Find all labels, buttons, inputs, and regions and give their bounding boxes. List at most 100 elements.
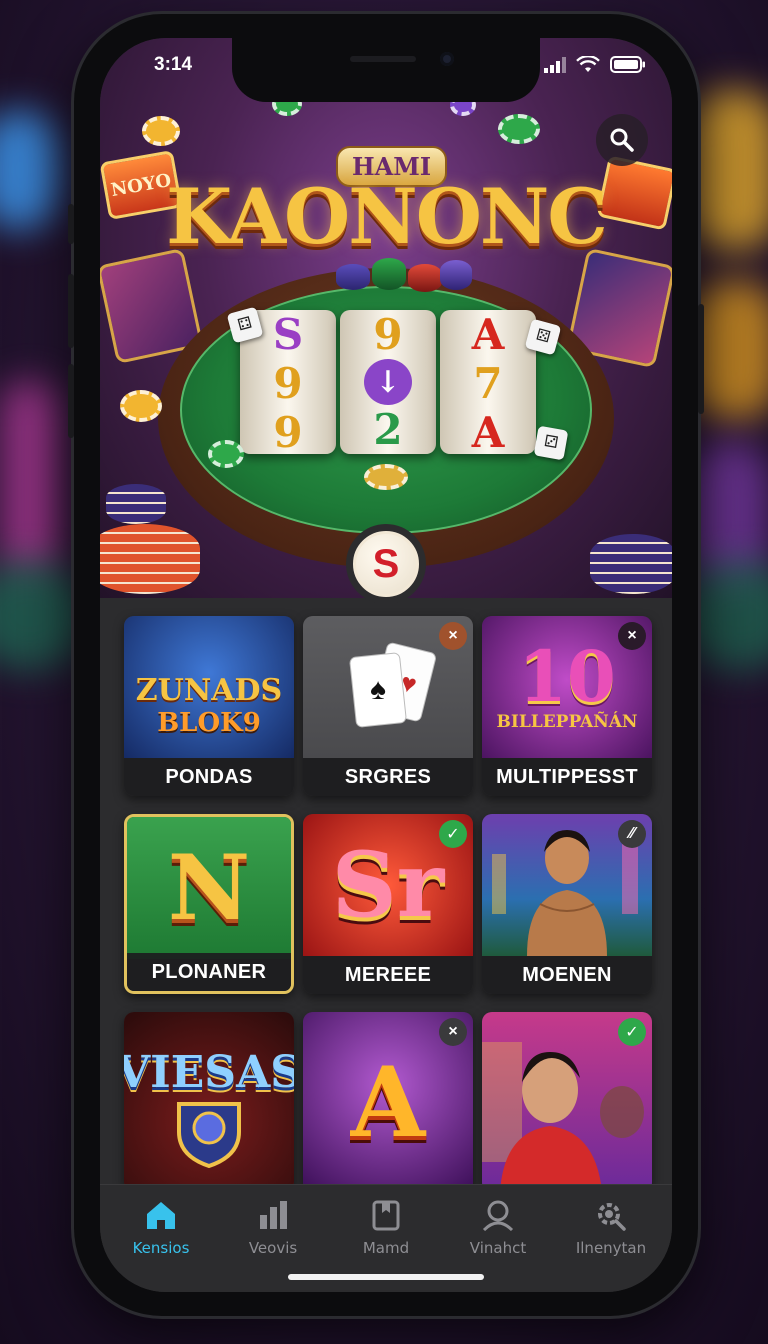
profile-icon: [482, 1200, 514, 1231]
background-sign-left: [0, 110, 60, 230]
battery-icon: [610, 56, 645, 73]
tab-veovis[interactable]: Veovis: [218, 1199, 328, 1257]
game-tile-srgres[interactable]: ♥ ♠ × SRGRES: [303, 616, 473, 796]
search-icon: [610, 128, 634, 152]
mute-switch: [68, 204, 74, 244]
reel-symbol: A: [471, 408, 505, 457]
game-tile-pondas[interactable]: ZUNADS BLOK9 PONDAS: [124, 616, 294, 796]
notch: [232, 38, 540, 102]
check-icon: ✓: [625, 1024, 639, 1041]
reel-symbol: 9: [373, 310, 403, 359]
close-badge[interactable]: ×: [439, 622, 467, 650]
phone-frame: 3:14 NOYO HAMI KAONONC S 9 9 9 ↓ 2 A 7 A…: [68, 14, 704, 1316]
chip-stack: [372, 258, 406, 290]
svg-text:♠: ♠: [370, 673, 386, 706]
tab-label: Mamd: [362, 1239, 410, 1257]
bottom-tab-bar: Kensios Veovis Mamd Vinahct Ilnenytan: [100, 1184, 672, 1292]
background-sign-right: [688, 90, 768, 250]
poker-chip: [208, 440, 244, 468]
check-badge[interactable]: ✓: [618, 1018, 646, 1046]
game-tile-portrait[interactable]: ✓: [482, 1012, 652, 1192]
game-art-subtitle: BLOK9: [157, 707, 261, 738]
close-icon: ×: [627, 627, 637, 644]
tab-label: Kensios: [132, 1239, 190, 1257]
wifi-icon: [576, 56, 600, 72]
game-art-subtitle: BILLEPPAÑÁN: [496, 712, 638, 732]
game-art-title: Sr: [331, 832, 445, 938]
hero-title: KAONONC: [166, 172, 608, 261]
power-button: [698, 304, 704, 414]
signal-icon: [544, 56, 566, 73]
tab-vinahct[interactable]: Vinahct: [443, 1199, 553, 1257]
pin-icon: ⁄⁄: [629, 825, 635, 842]
reel-symbol: A: [471, 310, 505, 359]
poker-chip: [142, 116, 180, 146]
search-button[interactable]: [596, 114, 648, 166]
close-icon: ×: [448, 627, 458, 644]
emblem-icon: [177, 1101, 241, 1168]
game-grid: ZUNADS BLOK9 PONDAS ♥ ♠ × SRGRES 10 BILL…: [124, 616, 652, 1192]
close-badge[interactable]: ×: [439, 1018, 467, 1046]
tab-label: Vinahct: [469, 1239, 527, 1257]
game-label: SRGRES: [303, 758, 473, 796]
pin-badge[interactable]: ⁄⁄: [618, 820, 646, 848]
game-tile-moenen[interactable]: ⁄⁄ MOENEN: [482, 814, 652, 994]
reel-symbol: 7: [473, 359, 503, 408]
dice: ⚂: [533, 425, 569, 461]
game-label: MOENEN: [482, 956, 652, 994]
hero-banner[interactable]: 3:14 NOYO HAMI KAONONC S 9 9 9 ↓ 2 A 7 A…: [100, 38, 672, 598]
chart-icon: [260, 1201, 287, 1229]
close-badge[interactable]: ×: [618, 622, 646, 650]
brand-logo: S: [353, 531, 419, 597]
earpiece-speaker: [350, 56, 416, 62]
tab-mamd[interactable]: Mamd: [331, 1199, 441, 1257]
poker-chip: [364, 464, 408, 490]
chip-stack: [106, 484, 166, 524]
brand-badge[interactable]: S: [346, 524, 426, 604]
game-tile-plonaner[interactable]: N PLONANER: [124, 814, 294, 994]
game-art: ZUNADS BLOK9: [124, 616, 294, 758]
game-label: PLONANER: [127, 953, 291, 991]
game-tile-multippesst[interactable]: 10 BILLEPPAÑÁN × MULTIPPESST: [482, 616, 652, 796]
slot-reel: A 7 A: [440, 310, 536, 457]
playing-cards-icon: ♥ ♠: [349, 642, 436, 728]
game-art: N: [127, 817, 291, 959]
check-icon: ✓: [446, 826, 460, 843]
game-tile-mereee[interactable]: Sr ✓ MEREEE: [303, 814, 473, 994]
home-indicator[interactable]: [288, 1274, 484, 1280]
game-art-title: A: [350, 1045, 426, 1159]
front-camera: [440, 52, 454, 66]
close-icon: ×: [448, 1023, 458, 1040]
poker-chip: [498, 114, 540, 144]
reel-symbol: 2: [373, 405, 403, 454]
check-badge[interactable]: ✓: [439, 820, 467, 848]
game-label: MULTIPPESST: [482, 758, 652, 796]
reel-symbol: 9: [273, 359, 303, 408]
bookmark-icon: [372, 1200, 400, 1231]
chip-stack: [408, 264, 442, 292]
reel-symbol: 9: [273, 408, 303, 457]
game-label: PONDAS: [124, 758, 294, 796]
chip-stack: [336, 264, 370, 290]
tab-kensios[interactable]: Kensios: [106, 1199, 216, 1257]
home-icon: [147, 1202, 175, 1229]
game-art-title: 10: [518, 635, 616, 718]
reel-symbol: S: [272, 310, 304, 359]
chip-stack: [590, 534, 672, 594]
tab-label: Ilnenytan: [575, 1239, 647, 1257]
tab-label: Veovis: [248, 1239, 298, 1257]
game-tile-ace[interactable]: A ×: [303, 1012, 473, 1192]
poker-chip: [120, 390, 162, 422]
app-screen: 3:14 NOYO HAMI KAONONC S 9 9 9 ↓ 2 A 7 A…: [100, 38, 672, 1292]
chip-stack: [440, 260, 472, 290]
game-tile-viesas[interactable]: VIESAS: [124, 1012, 294, 1192]
game-label: MEREEE: [303, 956, 473, 994]
tab-ilnenytan[interactable]: Ilnenytan: [556, 1199, 666, 1257]
chip-stack: [100, 524, 200, 594]
game-art-title: N: [167, 835, 251, 941]
game-art-title: ZUNADS: [135, 672, 283, 708]
game-art-title: VIESAS: [124, 1046, 294, 1098]
status-icons: [544, 56, 646, 73]
game-art: VIESAS: [124, 1012, 294, 1192]
status-time: 3:14: [154, 54, 193, 75]
